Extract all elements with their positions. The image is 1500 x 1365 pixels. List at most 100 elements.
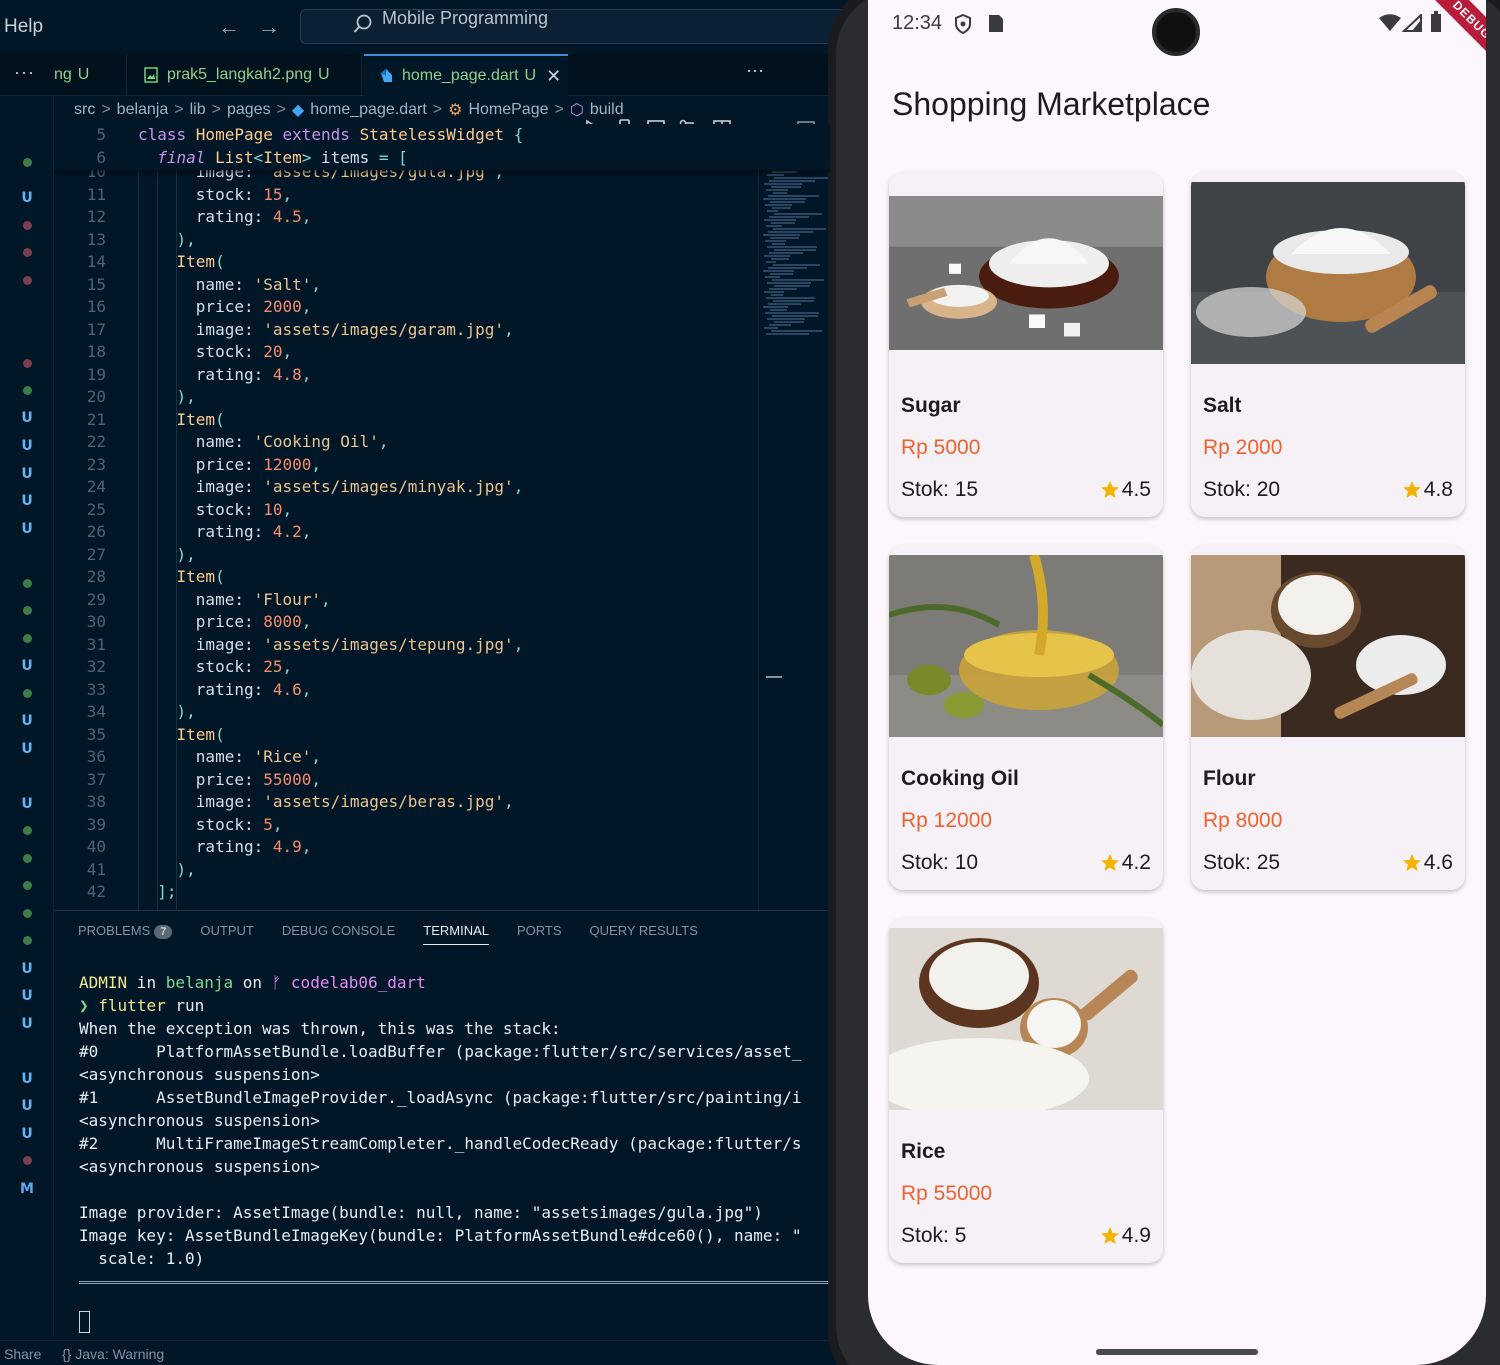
tab-terminal[interactable]: TERMINAL xyxy=(423,923,489,945)
close-tab-icon[interactable]: ✕ xyxy=(546,66,561,87)
terminal-output[interactable]: ADMIN in belanja on ᚠ codelab06_dart ❯ f… xyxy=(79,971,829,1270)
breadcrumb-item[interactable]: HomePage xyxy=(468,101,548,119)
editor-more-actions-icon[interactable]: ··· xyxy=(746,60,764,81)
code-line: 35 Item( xyxy=(54,724,830,747)
breadcrumb-item[interactable]: pages xyxy=(227,101,271,119)
terminal-cursor xyxy=(79,1311,90,1333)
tab-query-results[interactable]: QUERY RESULTS xyxy=(590,923,698,945)
dart-file-icon: ◆ xyxy=(291,102,305,119)
breadcrumb-separator: > xyxy=(174,101,184,118)
minimap-line xyxy=(764,255,790,257)
tab-problems[interactable]: PROBLEMS 7 xyxy=(78,923,173,945)
product-card[interactable]: Cooking Oil Rp 12000 Stok: 10 4.2 xyxy=(889,545,1163,890)
more-tabs-icon[interactable]: ··· xyxy=(14,62,35,83)
minimap-line xyxy=(771,294,783,296)
code-token: stock: xyxy=(195,814,264,834)
code-line: 23 price: 12000, xyxy=(54,454,830,477)
star-icon xyxy=(1402,481,1421,498)
code-line: 38 image: 'assets/images/beras.jpg', xyxy=(54,791,830,814)
untracked-marker: U xyxy=(21,1126,33,1142)
product-card[interactable]: Flour Rp 8000 Stok: 25 4.6 xyxy=(1191,545,1465,890)
code-token: , xyxy=(301,207,312,226)
prompt-arrow-icon: ❯ xyxy=(79,996,89,1015)
status-share[interactable]: Share xyxy=(4,1346,41,1362)
minimap-line xyxy=(769,252,803,254)
code-token: 'assets/images/garam.jpg' xyxy=(263,319,505,339)
code-text: image: 'assets/images/beras.jpg', xyxy=(138,791,514,814)
change-dot-marker xyxy=(0,685,54,703)
forward-arrow-icon[interactable]: → xyxy=(258,14,280,40)
code-token: name: xyxy=(195,274,254,294)
code-text: rating: 4.8, xyxy=(138,364,312,387)
code-line: 37 price: 55000, xyxy=(54,769,830,792)
code-token: items xyxy=(321,147,379,167)
oil-photo xyxy=(889,553,1163,737)
code-token: stock: xyxy=(195,657,264,676)
code-token: , xyxy=(282,342,293,361)
code-token: ( xyxy=(215,724,225,744)
minimap-line xyxy=(771,330,822,332)
line-number: 35 xyxy=(86,724,106,744)
minimap-line xyxy=(771,222,795,224)
breadcrumb-item[interactable]: build xyxy=(590,101,624,119)
breadcrumb-separator: > xyxy=(554,101,564,118)
tab-problems-label: PROBLEMS xyxy=(78,923,151,938)
line-number: 5 xyxy=(96,125,106,144)
code-text: ), xyxy=(138,859,196,882)
product-card[interactable]: Rice Rp 55000 Stok: 5 4.9 xyxy=(889,918,1163,1263)
tab-home-page-dart[interactable]: home_page.dart U ✕ xyxy=(364,54,568,96)
rating-value: 4.2 xyxy=(1121,851,1151,874)
untracked-marker: U xyxy=(21,466,33,482)
breadcrumb-item[interactable]: src xyxy=(74,101,95,119)
line-number: 36 xyxy=(86,747,106,766)
tab-ports[interactable]: PORTS xyxy=(517,923,562,945)
product-name: Cooking Oil xyxy=(901,767,1019,790)
tab-ng[interactable]: ng U xyxy=(54,54,89,96)
home-indicator[interactable] xyxy=(1096,1349,1258,1355)
terminal-line: #1 AssetBundleImageProvider._loadAsync (… xyxy=(79,1088,802,1107)
tab-status: U xyxy=(524,67,537,84)
code-text: stock: 10, xyxy=(138,499,292,522)
code-line: 27 ), xyxy=(54,544,830,567)
line-number: 42 xyxy=(86,882,106,901)
back-arrow-icon[interactable]: ← xyxy=(218,14,240,40)
breadcrumb-separator: > xyxy=(101,101,111,118)
search-icon xyxy=(353,14,372,33)
oil-image xyxy=(889,553,1163,737)
code-token: , xyxy=(272,814,283,834)
minimap[interactable] xyxy=(758,124,828,910)
code-line: 19 rating: 4.8, xyxy=(54,364,830,387)
menu-help[interactable]: Help xyxy=(4,16,43,38)
breadcrumb-item[interactable]: home_page.dart xyxy=(310,101,427,119)
minimap-line xyxy=(770,237,799,239)
code-token: ( xyxy=(215,409,225,429)
change-dot-marker xyxy=(0,272,54,290)
code-token: 15 xyxy=(263,184,283,204)
prompt-dir: belanja xyxy=(165,973,234,992)
line-number: 33 xyxy=(86,679,106,699)
status-java[interactable]: {} Java: Warning xyxy=(62,1346,164,1362)
tab-output[interactable]: OUTPUT xyxy=(200,923,253,945)
change-dot-marker xyxy=(0,602,54,620)
code-line: 21 Item( xyxy=(54,409,830,432)
line-number: 20 xyxy=(86,387,106,406)
breadcrumb-item[interactable]: belanja xyxy=(117,101,169,119)
product-card[interactable]: Sugar Rp 5000 Stok: 15 4.5 xyxy=(889,172,1163,517)
code-token: , xyxy=(282,184,293,204)
code-editor[interactable]: 10 image: 'assets/images/gula.jpg', 11 st… xyxy=(54,124,830,910)
tab-prak5-langkah2[interactable]: prak5_langkah2.png U xyxy=(126,54,362,96)
terminal-lines: When the exception was thrown, this was … xyxy=(79,1017,829,1270)
tab-debug-console[interactable]: DEBUG CONSOLE xyxy=(282,923,395,945)
code-token: , xyxy=(321,589,331,609)
code-token: price: xyxy=(195,297,264,316)
line-number: 34 xyxy=(86,702,106,721)
minimap-line xyxy=(768,267,807,269)
code-token: 'assets/images/beras.jpg' xyxy=(263,792,505,811)
product-card[interactable]: Salt Rp 2000 Stok: 20 4.8 xyxy=(1191,172,1465,517)
breadcrumb-item[interactable]: lib xyxy=(190,101,206,119)
code-text: Item( xyxy=(138,566,225,589)
breadcrumb-separator: > xyxy=(432,101,443,118)
code-token: 25 xyxy=(263,657,283,676)
